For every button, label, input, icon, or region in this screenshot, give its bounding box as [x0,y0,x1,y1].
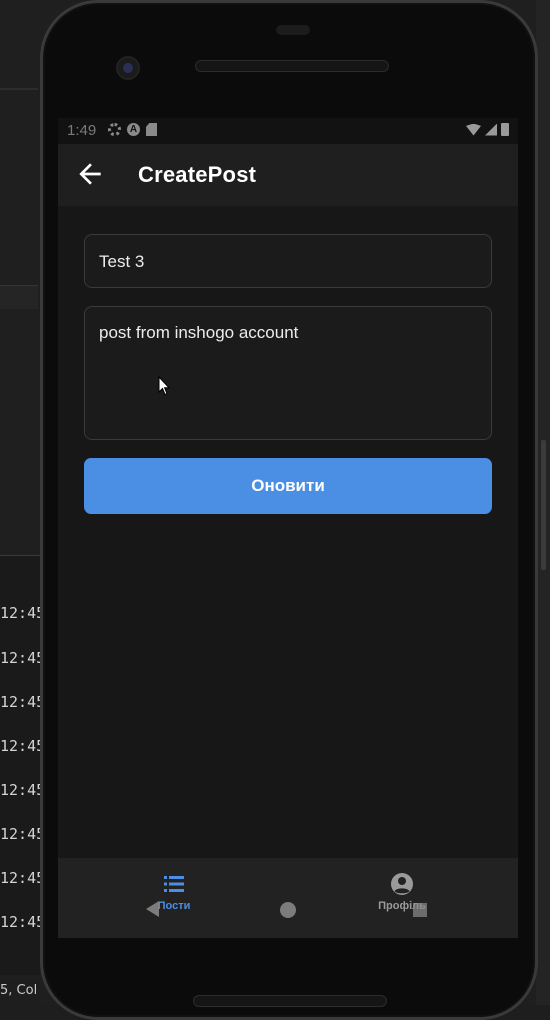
back-button[interactable] [74,158,106,190]
page-title: CreatePost [138,162,257,187]
signal-icon [485,123,497,136]
status-icons-right [466,123,509,136]
post-body-input[interactable]: post from inshogo account [84,306,492,440]
log-time: 12:45 [0,604,40,622]
settings-icon [108,123,121,136]
log-time: 12:45 [0,649,40,667]
app-bar: CreatePost [58,144,518,206]
arrow-left-icon [79,163,101,185]
ide-toolbar-strip [0,285,38,309]
status-time: 1:49 [67,122,97,139]
android-status-bar: 1:49 A [58,118,518,144]
system-back-button[interactable] [146,901,159,917]
mouse-cursor-icon [158,376,170,396]
nav-label-posts: Пости [157,900,191,912]
bottom-speaker [193,995,387,1007]
create-post-form: Test 3 post from inshogo account Оновити [58,206,518,858]
system-recents-button[interactable] [413,903,427,917]
log-time: 12:45 [0,825,40,843]
ide-divider [0,88,38,90]
log-time: 12:45 [0,869,40,887]
system-home-button[interactable] [280,902,296,918]
ide-right-panel [536,0,550,1005]
phone-top-notch [276,25,310,35]
log-time: 12:45 [0,737,40,755]
earpiece-speaker [195,60,389,72]
ide-status-text: 5, Col [0,978,40,1005]
nav-tab-posts[interactable]: Пости [114,872,234,912]
list-icon [164,876,184,892]
battery-icon [501,123,509,136]
log-time: 12:45 [0,693,40,711]
status-icons-left: A [108,123,157,136]
app-screen: 1:49 A CreatePost Test 3 post from insho… [58,118,518,938]
sd-card-icon [146,123,157,136]
ide-scrollbar[interactable] [541,440,546,570]
bottom-navigation: Пости Профіль [58,858,518,938]
log-time: 12:45 [0,913,40,931]
log-time: 12:45 [0,781,40,799]
a-badge-icon: A [127,123,140,136]
post-title-input[interactable]: Test 3 [84,234,492,288]
wifi-icon [466,123,481,136]
ide-log-panel: 12:45 12:45 12:45 12:45 12:45 12:45 12:4… [0,555,40,975]
account-circle-icon [391,873,413,895]
front-camera [116,56,140,80]
nav-tab-profile[interactable]: Профіль [342,872,462,912]
update-button[interactable]: Оновити [84,458,492,514]
nav-label-profile: Профіль [378,900,426,912]
